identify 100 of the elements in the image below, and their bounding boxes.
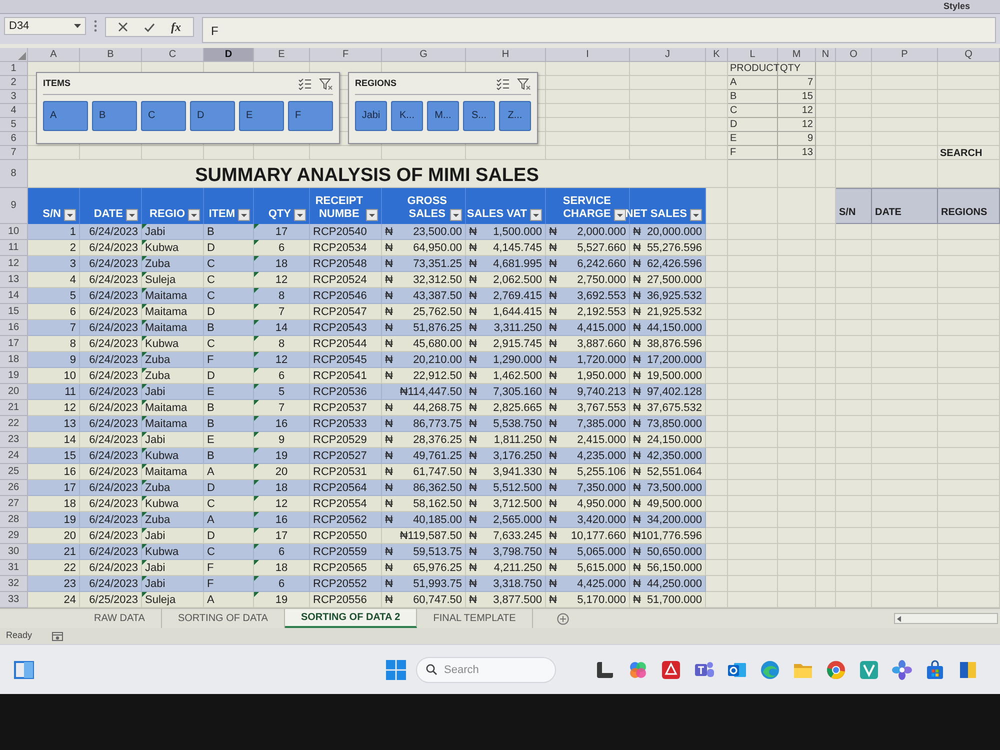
slicer-item[interactable]: F <box>288 100 333 130</box>
filter-button[interactable] <box>126 209 138 221</box>
filter-button[interactable] <box>530 209 542 221</box>
column-letter[interactable]: G <box>382 48 466 62</box>
filter-button[interactable] <box>294 209 306 221</box>
start-icon[interactable] <box>386 660 406 680</box>
row-number[interactable]: 28 <box>0 512 28 528</box>
column-letter[interactable]: A <box>28 48 80 62</box>
column-letter[interactable]: B <box>80 48 142 62</box>
column-letter[interactable]: I <box>546 48 630 62</box>
cancel-icon[interactable] <box>118 22 128 32</box>
slicer-item[interactable]: K... <box>391 100 423 130</box>
slicer-item[interactable]: M... <box>427 100 459 130</box>
shopping-bag-icon[interactable] <box>924 658 946 680</box>
split-panel-icon[interactable] <box>14 660 34 678</box>
row-number[interactable]: 29 <box>0 528 28 544</box>
row-number[interactable]: 9 <box>0 188 28 224</box>
filter-button[interactable] <box>614 209 626 221</box>
row-number[interactable]: 24 <box>0 448 28 464</box>
check-icon[interactable] <box>144 22 155 32</box>
row-number[interactable]: 32 <box>0 576 28 592</box>
column-letter[interactable]: M <box>778 48 816 62</box>
sheet-tab[interactable]: SORTING OF DATA 2 <box>284 609 418 628</box>
row-number[interactable]: 18 <box>0 352 28 368</box>
slicer-item[interactable]: C <box>141 100 186 130</box>
column-letter[interactable]: H <box>466 48 546 62</box>
row-number[interactable]: 26 <box>0 480 28 496</box>
row-number[interactable]: 22 <box>0 416 28 432</box>
column-letter[interactable]: N <box>816 48 836 62</box>
horizontal-scrollbar[interactable] <box>894 613 998 624</box>
row-number[interactable]: 3 <box>0 90 28 104</box>
segmented-circle-icon[interactable] <box>825 658 847 680</box>
row-number[interactable]: 25 <box>0 464 28 480</box>
quantity: 12 <box>275 352 288 368</box>
left-arrow-icon[interactable] <box>897 616 901 622</box>
row-number[interactable]: 16 <box>0 320 28 336</box>
row-number[interactable]: 5 <box>0 118 28 132</box>
search-field[interactable]: Search <box>416 656 556 682</box>
column-letter[interactable]: Q <box>938 48 1000 62</box>
add-icon[interactable] <box>556 612 569 624</box>
row-number[interactable]: 15 <box>0 304 28 320</box>
flower-icon[interactable] <box>891 658 913 680</box>
column-letter[interactable]: C <box>142 48 204 62</box>
slicer-item[interactable]: Jabi <box>355 100 387 130</box>
row-number[interactable]: 33 <box>0 592 28 608</box>
row-number[interactable]: 11 <box>0 240 28 256</box>
column-letter[interactable]: E <box>254 48 310 62</box>
column-letter[interactable]: K <box>706 48 728 62</box>
row-number[interactable]: 7 <box>0 146 28 160</box>
name-box[interactable]: D34 <box>4 17 86 35</box>
column-letter[interactable]: O <box>836 48 872 62</box>
slicer-item[interactable]: S... <box>463 100 495 130</box>
slicer-item[interactable]: Z... <box>499 100 531 130</box>
receipt-number: RCP20537 <box>313 400 367 416</box>
triangle-tile-icon[interactable] <box>660 658 682 680</box>
column-letter[interactable]: D <box>204 48 254 62</box>
formula-field[interactable]: F <box>202 17 996 43</box>
multi-select-icon[interactable] <box>298 78 311 90</box>
caret-icon <box>617 214 623 216</box>
row-number[interactable]: 19 <box>0 368 28 384</box>
filter-button[interactable] <box>450 209 462 221</box>
column-letter[interactable]: F <box>310 48 382 62</box>
row-number[interactable]: 30 <box>0 544 28 560</box>
row-number[interactable]: 12 <box>0 256 28 272</box>
row-number[interactable]: 17 <box>0 336 28 352</box>
v-tile-icon[interactable] <box>858 658 880 680</box>
row-number[interactable]: 31 <box>0 560 28 576</box>
row-number[interactable]: 10 <box>0 224 28 240</box>
clear-filter-icon[interactable] <box>517 78 531 90</box>
row-number[interactable]: 2 <box>0 76 28 90</box>
region: Maitama <box>145 304 188 320</box>
row-number[interactable]: 23 <box>0 432 28 448</box>
filter-button[interactable] <box>64 209 76 221</box>
receipt-number: RCP20548 <box>313 256 367 272</box>
caret-icon[interactable] <box>74 24 81 28</box>
filter-button[interactable] <box>690 209 702 221</box>
filter-button[interactable] <box>238 209 250 221</box>
filter-button[interactable] <box>366 209 378 221</box>
row-number[interactable]: 4 <box>0 104 28 118</box>
filter-button[interactable] <box>188 209 200 221</box>
wave-circle-icon[interactable] <box>759 658 781 680</box>
insert-function-button[interactable]: fx <box>171 21 181 33</box>
column-letter[interactable]: J <box>630 48 706 62</box>
slicer-item[interactable]: D <box>190 100 235 130</box>
multi-select-icon[interactable] <box>496 78 509 90</box>
row-number[interactable]: 6 <box>0 132 28 146</box>
slicer-item[interactable]: E <box>239 100 284 130</box>
column-letter[interactable]: L <box>728 48 778 62</box>
clear-filter-icon[interactable] <box>319 78 333 90</box>
row-number[interactable]: 1 <box>0 62 28 76</box>
row-number[interactable]: 21 <box>0 400 28 416</box>
row-number[interactable]: 27 <box>0 496 28 512</box>
column-letter[interactable]: P <box>872 48 938 62</box>
row-number[interactable]: 20 <box>0 384 28 400</box>
service-charge: ₦ 4,425.000 <box>549 576 626 592</box>
row-number[interactable]: 8 <box>0 160 28 188</box>
row-number[interactable]: 13 <box>0 272 28 288</box>
row-number[interactable]: 14 <box>0 288 28 304</box>
slicer-item[interactable]: B <box>92 100 137 130</box>
slicer-item[interactable]: A <box>43 100 88 130</box>
